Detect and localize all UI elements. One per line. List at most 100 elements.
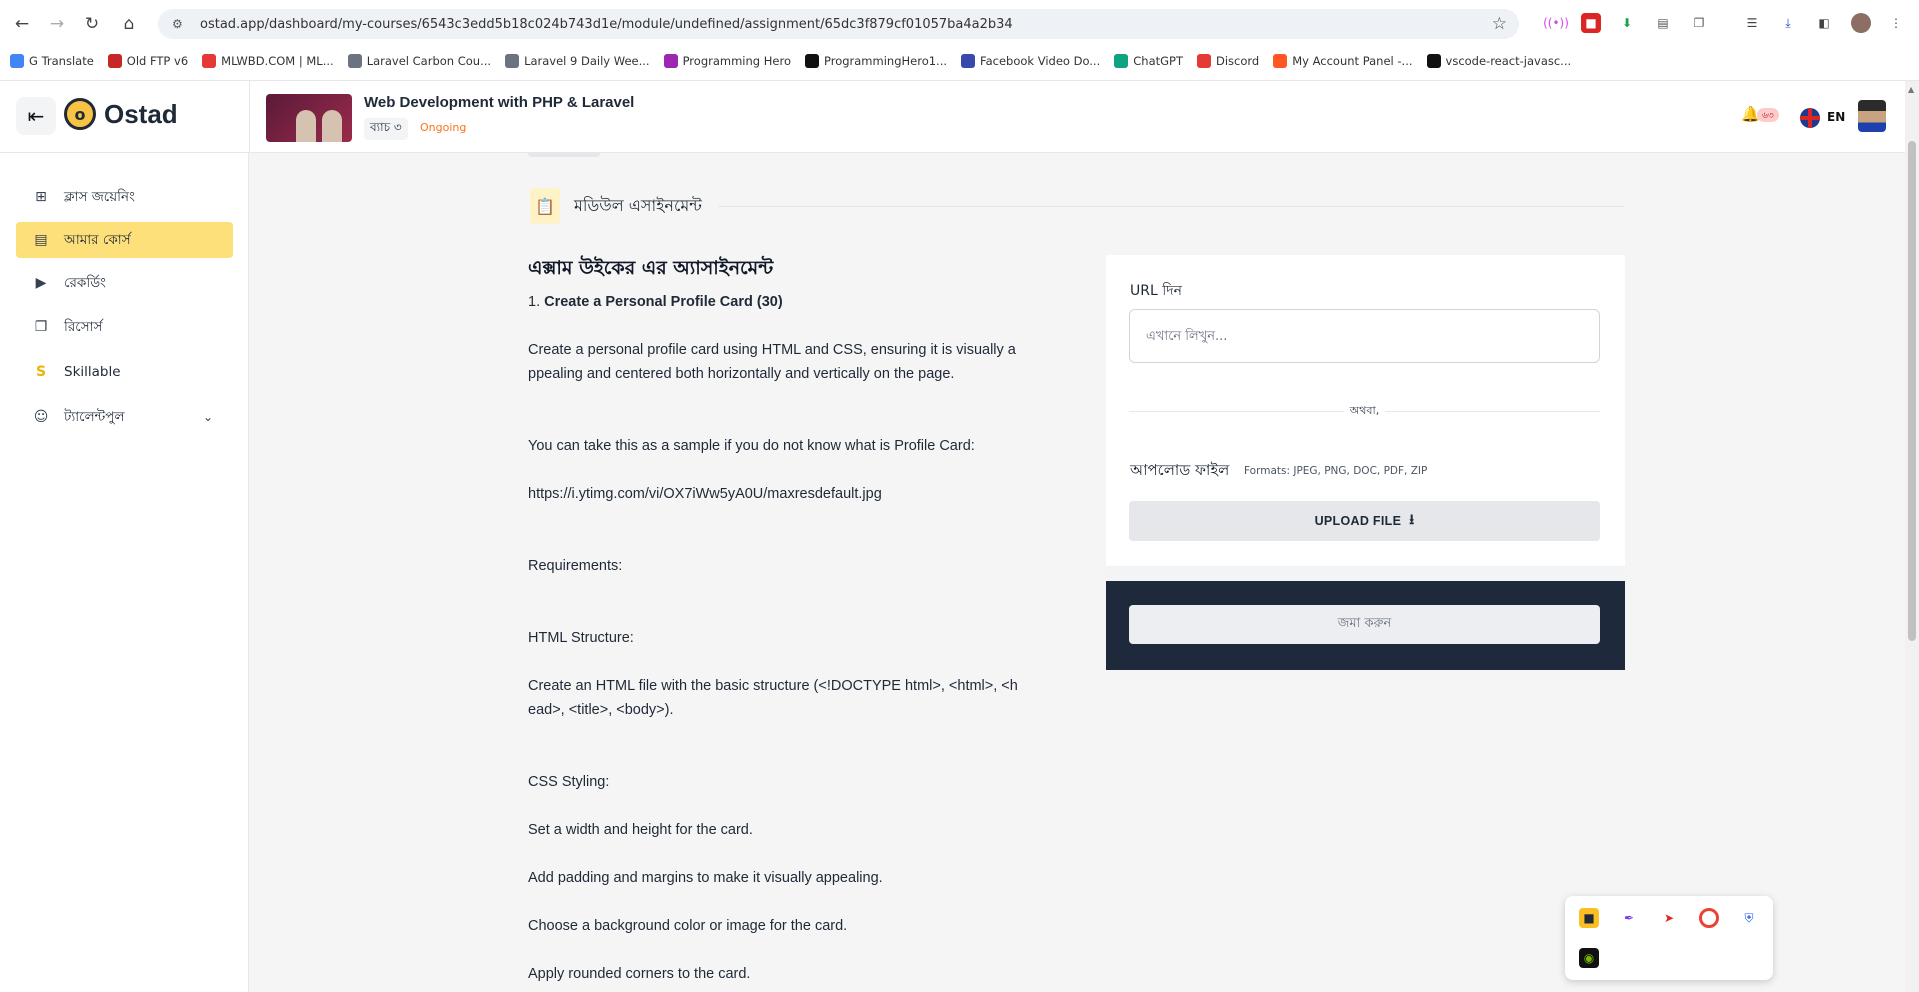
profile-avatar-icon[interactable] bbox=[1851, 13, 1871, 33]
divider-line bbox=[1385, 410, 1600, 412]
batch-badge: ব্যাচ ৩ bbox=[364, 118, 408, 140]
downloads-icon[interactable]: ⤓ bbox=[1778, 13, 1798, 33]
bookmark-item[interactable]: vscode-react-javasc... bbox=[1426, 54, 1571, 68]
section-header: 📋 মডিউল এসাইনমেন্ট bbox=[530, 188, 1624, 224]
bookmark-item[interactable]: Discord bbox=[1197, 54, 1259, 68]
avatar[interactable] bbox=[1858, 100, 1886, 132]
panel-footer: জমা করুন bbox=[1106, 581, 1625, 670]
bookmark-label: MLWBD.COM | ML... bbox=[221, 54, 334, 68]
bookmark-item[interactable]: ChatGPT bbox=[1114, 54, 1183, 68]
status-badge: Ongoing bbox=[420, 121, 467, 134]
uk-flag-icon[interactable] bbox=[1800, 108, 1820, 128]
skillable-logo-icon: S bbox=[35, 364, 47, 380]
question-number: 1. bbox=[528, 294, 541, 310]
bookmark-label: Discord bbox=[1216, 54, 1260, 68]
side-panel-icon[interactable]: ◧ bbox=[1814, 13, 1834, 33]
sidebar-item-label: আমার কোর্স bbox=[64, 231, 131, 248]
reading-list-icon[interactable]: ☰ bbox=[1742, 13, 1762, 33]
shield-tray-icon[interactable]: ⛨ bbox=[1739, 908, 1759, 928]
forward-arrow-icon[interactable]: → bbox=[45, 12, 69, 36]
page-scrollbar[interactable]: ▲ bbox=[1905, 81, 1919, 992]
paragraph-line: Apply rounded corners to the card. bbox=[528, 966, 751, 982]
paragraph-line: Set a width and height for the card. bbox=[528, 822, 753, 838]
user-search-icon: ☺ bbox=[33, 409, 49, 425]
upload-file-button[interactable]: UPLOAD FILE ⭳ bbox=[1129, 501, 1600, 541]
colorpicker-tray-icon[interactable]: ■ bbox=[1579, 908, 1599, 928]
bookmark-favicon-icon bbox=[663, 54, 678, 68]
clipboard-extension-icon[interactable]: ▤ bbox=[1653, 13, 1673, 33]
paragraph-line: Create an HTML file with the basic struc… bbox=[528, 678, 1018, 694]
bookmark-favicon-icon bbox=[1426, 54, 1441, 68]
bookmark-favicon-icon bbox=[347, 54, 362, 68]
bookmark-label: Old FTP v6 bbox=[126, 54, 189, 68]
course-thumbnail bbox=[266, 94, 352, 142]
bookmark-item[interactable]: MLWBD.COM | ML... bbox=[202, 54, 334, 68]
scroll-up-icon[interactable]: ▲ bbox=[1908, 85, 1914, 94]
url-input[interactable] bbox=[1129, 309, 1600, 363]
paragraph-line: CSS Styling: bbox=[528, 774, 610, 790]
extensions-puzzle-icon[interactable]: ❐ bbox=[1689, 13, 1709, 33]
bookmark-item[interactable]: Old FTP v6 bbox=[107, 54, 189, 68]
bookmark-favicon-icon bbox=[1197, 54, 1211, 68]
bookmark-item[interactable]: G Translate bbox=[10, 54, 94, 68]
language-switch[interactable]: EN bbox=[1827, 110, 1845, 124]
home-icon[interactable]: ⌂ bbox=[117, 12, 141, 36]
section-title: মডিউল এসাইনমেন্ট bbox=[574, 195, 702, 215]
bookmark-item[interactable]: Programming Hero bbox=[663, 54, 791, 68]
bookmark-label: Programming Hero bbox=[682, 54, 791, 68]
bookmark-favicon-icon bbox=[1114, 54, 1129, 68]
scrolled-tab-edge bbox=[528, 153, 600, 157]
sidebar-item-recording[interactable]: ▶ রেকর্ডিং bbox=[16, 265, 233, 301]
broadcast-extension-icon[interactable]: ((•)) bbox=[1543, 13, 1569, 33]
collapse-sidebar-icon[interactable]: ⇤ bbox=[16, 97, 56, 135]
browser-menu-icon[interactable]: ⋮ bbox=[1886, 13, 1906, 33]
bookmark-label: Laravel 9 Daily Wee... bbox=[524, 54, 650, 68]
sample-link[interactable]: https://i.ytimg.com/vi/OX7iWw5yA0U/maxre… bbox=[528, 482, 882, 506]
bookmark-label: ChatGPT bbox=[1133, 54, 1183, 68]
bookmark-item[interactable]: Laravel 9 Daily Wee... bbox=[505, 54, 650, 68]
sidebar-item-label: রিসোর্স bbox=[64, 318, 103, 335]
course-title: Web Development with PHP & Laravel bbox=[364, 94, 635, 111]
bookmark-item[interactable]: My Account Panel -... bbox=[1273, 54, 1413, 68]
submit-button[interactable]: জমা করুন bbox=[1129, 605, 1600, 644]
quill-tray-icon[interactable]: ✒ bbox=[1619, 908, 1639, 928]
address-bar[interactable]: ⚙ ostad.app/dashboard/my-courses/6543c3e… bbox=[158, 9, 1519, 39]
header-divider bbox=[249, 81, 250, 153]
colorzilla-extension-icon[interactable]: ■ bbox=[1581, 13, 1601, 33]
sidebar-item-resources[interactable]: ❐ রিসোর্স bbox=[16, 309, 233, 345]
bookmark-label: Facebook Video Do... bbox=[980, 54, 1101, 68]
scroll-thumb[interactable] bbox=[1908, 141, 1916, 641]
sidebar-item-my-courses[interactable]: ▤ আমার কোর্স bbox=[16, 222, 233, 258]
app-header: ⇤ o Ostad Web Development with PHP & Lar… bbox=[0, 81, 1905, 153]
bookmark-label: G Translate bbox=[29, 54, 94, 68]
reload-icon[interactable]: ↻ bbox=[80, 12, 104, 36]
upload-label: আপলোড ফাইল bbox=[1130, 461, 1230, 479]
bookmark-favicon-icon bbox=[505, 54, 520, 68]
download-extension-icon[interactable]: ⬇ bbox=[1617, 13, 1637, 33]
section-divider bbox=[717, 205, 1624, 207]
sidebar-item-talentpool[interactable]: ☺ ট্যালেন্টপুল ⌄ bbox=[16, 399, 233, 435]
play-square-icon: ▶ bbox=[35, 275, 47, 291]
bookmark-item[interactable]: ProgrammingHero1... bbox=[804, 54, 947, 68]
chrome-tray-icon[interactable] bbox=[1699, 908, 1719, 928]
back-arrow-icon[interactable]: ← bbox=[10, 12, 34, 36]
rocket-tray-icon[interactable]: ➤ bbox=[1659, 908, 1679, 928]
bookmark-item[interactable]: Laravel Carbon Cou... bbox=[347, 54, 491, 68]
address-url: ostad.app/dashboard/my-courses/6543c3edd… bbox=[200, 16, 1013, 32]
paragraph-line: Add padding and margins to make it visua… bbox=[528, 870, 883, 886]
sidebar-item-skillable[interactable]: S Skillable bbox=[16, 354, 233, 390]
paragraph-line: ead>, <title>, <body>). bbox=[528, 702, 674, 718]
bookmark-star-icon[interactable]: ☆ bbox=[1492, 14, 1507, 34]
sidebar-item-class-joining[interactable]: ⊞ ক্লাস জয়েনিং bbox=[16, 179, 233, 215]
site-info-icon[interactable]: ⚙ bbox=[172, 17, 190, 31]
notification-count: ৬৩ bbox=[1757, 108, 1779, 122]
nvidia-tray-icon[interactable]: ◉ bbox=[1579, 948, 1599, 968]
bookmark-favicon-icon bbox=[961, 54, 976, 68]
ostad-logo[interactable]: o Ostad bbox=[64, 98, 178, 130]
chevron-down-icon[interactable]: ⌄ bbox=[203, 410, 213, 424]
bookmark-favicon-icon bbox=[10, 54, 24, 68]
sidebar-item-label: রেকর্ডিং bbox=[64, 274, 106, 291]
sidebar-item-label: ট্যালেন্টপুল bbox=[64, 408, 125, 425]
bookmark-item[interactable]: Facebook Video Do... bbox=[961, 54, 1100, 68]
or-divider: অথবা, bbox=[1129, 403, 1600, 419]
